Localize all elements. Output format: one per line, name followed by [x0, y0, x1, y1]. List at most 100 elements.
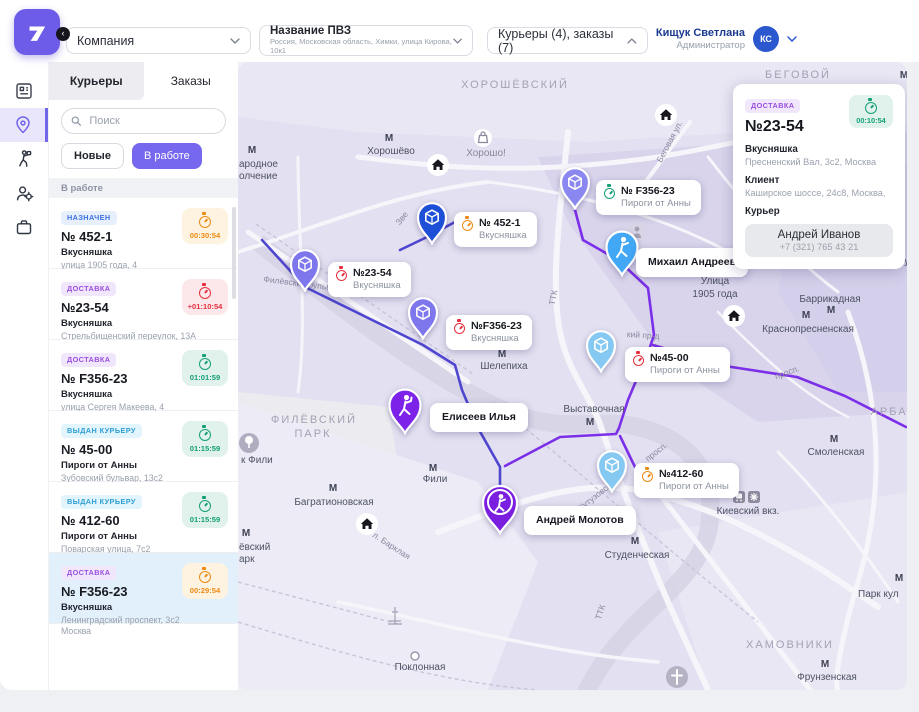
order-card[interactable]: ВЫДАН КУРЬЕРУ № 412-60 Пироги от Анны По… [49, 482, 238, 565]
chevron-down-icon [230, 37, 240, 44]
order-card-selected[interactable]: ДОСТАВКА № F356-23 Вкусняшка Ленинградск… [49, 553, 238, 636]
stopwatch-icon [865, 98, 877, 114]
map-pin-order-f356-23-anny[interactable] [557, 164, 593, 215]
svg-text:Фили: Фили [423, 474, 448, 485]
stopwatch-icon [199, 567, 211, 583]
chevron-down-icon [787, 36, 797, 42]
order-timer: 00:29:54 [182, 563, 228, 599]
tab-couriers[interactable]: Курьеры [49, 62, 144, 100]
order-timer: 01:15:59 [182, 421, 228, 457]
tab-orders[interactable]: Заказы [144, 62, 239, 100]
poklonnaya-dot-icon [410, 651, 420, 661]
map-pin-order-23-54[interactable] [287, 246, 323, 297]
courier-name: Андрей Иванов [777, 229, 861, 241]
svg-text:Киевский вкз.: Киевский вкз. [717, 506, 780, 517]
order-address: Зубовский бульвар, 13с2 [61, 472, 163, 483]
svg-text:арк: арк [239, 554, 255, 565]
rail-item-registry[interactable] [0, 74, 48, 108]
map-label-order-f356-23-anny[interactable]: № F356-23 Пироги от Анны [596, 180, 701, 215]
order-vendor: Пироги от Анны [61, 531, 138, 542]
courier-phone: +7 (321) 765 43 21 [779, 242, 859, 252]
filter-in-progress-button[interactable]: В работе [131, 143, 202, 169]
svg-text:М: М [830, 434, 838, 445]
status-badge: ВЫДАН КУРЬЕРУ [61, 423, 142, 438]
svg-text:М: М [385, 133, 393, 144]
map-label-courier-eliseev[interactable]: Елисеев Илья [430, 403, 528, 433]
order-address: Поварская улица, 7с2 [61, 543, 151, 554]
home-poi-icon [356, 513, 378, 535]
search-input[interactable] [87, 114, 216, 128]
map-label-courier-mikhail[interactable]: Михаил Андреев [636, 248, 749, 278]
briefcase-icon [16, 220, 32, 235]
order-vendor: Вкусняшка [61, 389, 113, 400]
church-poi-icon [666, 666, 688, 688]
svg-text:Баррикадная: Баррикадная [799, 294, 860, 305]
stopwatch-icon [462, 216, 473, 231]
stopwatch-icon [454, 319, 465, 334]
nav-rail [0, 62, 48, 690]
chevron-down-icon [453, 38, 462, 44]
svg-text:Багратионовская: Багратионовская [294, 497, 373, 508]
order-vendor: Вкусняшка [61, 247, 113, 258]
rail-item-couriers[interactable] [0, 142, 48, 176]
stopwatch-icon [336, 266, 347, 281]
status-badge: ВЫДАН КУРЬЕРУ [61, 494, 142, 509]
order-timer: 00:30:54 [182, 208, 228, 244]
rail-item-staff[interactable] [0, 176, 48, 210]
svg-text:М: М [895, 573, 903, 584]
order-vendor: Вкусняшка [61, 602, 113, 613]
courier-contact-button[interactable]: Андрей Иванов +7 (321) 765 43 21 [745, 224, 893, 257]
rail-item-companies[interactable] [0, 210, 48, 244]
company-select[interactable]: Компания [66, 27, 251, 54]
map-pin-courier-eliseev[interactable] [385, 385, 425, 440]
order-card[interactable]: НАЗНАЧЕН № 452-1 Вкусняшка улица 1905 го… [49, 198, 238, 281]
home-poi-icon [723, 305, 745, 327]
order-filters: Новые В работе [61, 143, 226, 169]
map-label-order-412-60[interactable]: №412-60 Пироги от Анны [634, 463, 739, 498]
map-label-order-45-00[interactable]: №45-00 Пироги от Анны [625, 347, 730, 382]
sidebar-collapse-button[interactable]: ‹ [56, 27, 70, 41]
filter-new-button[interactable]: Новые [61, 143, 124, 169]
pickup-point-address: Россия, Московская область, Химки, улица… [270, 37, 452, 56]
order-card[interactable]: ДОСТАВКА № F356-23 Вкусняшка улица Серге… [49, 340, 238, 423]
map-pin-order-452-1[interactable] [414, 199, 450, 250]
order-card[interactable]: ВЫДАН КУРЬЕРУ № 45-00 Пироги от Анны Зуб… [49, 411, 238, 494]
stopwatch-icon [604, 184, 615, 199]
order-card[interactable]: ДОСТАВКА №23-54 Вкусняшка Стрельбищенски… [49, 269, 238, 352]
order-vendor: Вкусняшка [61, 318, 113, 329]
tree-poi-icon [239, 433, 259, 453]
topbar: ‹ Компания Название ПВЗ Россия, Московск… [0, 0, 919, 62]
map-label-courier-molotov[interactable]: Андрей Молотов [524, 506, 636, 536]
svg-text:Смоленская: Смоленская [808, 447, 865, 458]
map-canvas[interactable]: ХОРОШЁВСКИЙ БЕГОВОЙ ФИЛЁВСКИЙ ПАРК АРБАТ ХАМО… [238, 62, 907, 690]
status-badge: ДОСТАВКА [61, 565, 117, 580]
svg-text:Хорошёво: Хорошёво [367, 146, 415, 157]
map-pin-order-412-60[interactable] [594, 447, 630, 498]
user-menu[interactable]: Кищук Светлана Администратор КС [656, 26, 797, 52]
panel-scrollbar[interactable] [232, 207, 236, 299]
svg-text:олчение: олчение [239, 171, 278, 182]
svg-text:Хорошо!: Хорошо! [466, 148, 506, 159]
rail-item-map[interactable] [0, 108, 48, 142]
home-poi-icon [427, 154, 449, 176]
couriers-orders-summary-select[interactable]: Курьеры (4), заказы (7) [487, 27, 648, 55]
info-client-address: Каширское шоссе, 24с8, Москва, [745, 188, 886, 198]
app-logo[interactable] [14, 9, 60, 55]
shop-poi-icon [474, 129, 492, 147]
map-pin-order-45-00[interactable] [583, 327, 619, 378]
map-label-order-452-1[interactable]: № 452-1 Вкусняшка [454, 212, 537, 247]
map-label-order-f356-23-vkus[interactable]: №F356-23 Вкусняшка [446, 315, 532, 350]
svg-text:Улица: Улица [701, 276, 730, 287]
svg-text:М: М [329, 483, 337, 494]
svg-text:М: М [248, 145, 256, 156]
user-gear-icon [16, 186, 34, 202]
map-label-order-23-54[interactable]: №23-54 Вкусняшка [328, 262, 411, 297]
order-timer: +01:10:54 [182, 279, 228, 315]
map-pin-courier-molotov[interactable] [478, 481, 522, 540]
section-header: В работе [49, 178, 238, 198]
pickup-point-select[interactable]: Название ПВЗ Россия, Московская область,… [259, 25, 473, 56]
svg-text:Парк кул: Парк кул [858, 589, 899, 600]
search-box[interactable] [61, 108, 226, 134]
svg-text:Поклонная: Поклонная [395, 662, 446, 673]
map-pin-order-f356-23-vkus[interactable] [405, 294, 441, 345]
